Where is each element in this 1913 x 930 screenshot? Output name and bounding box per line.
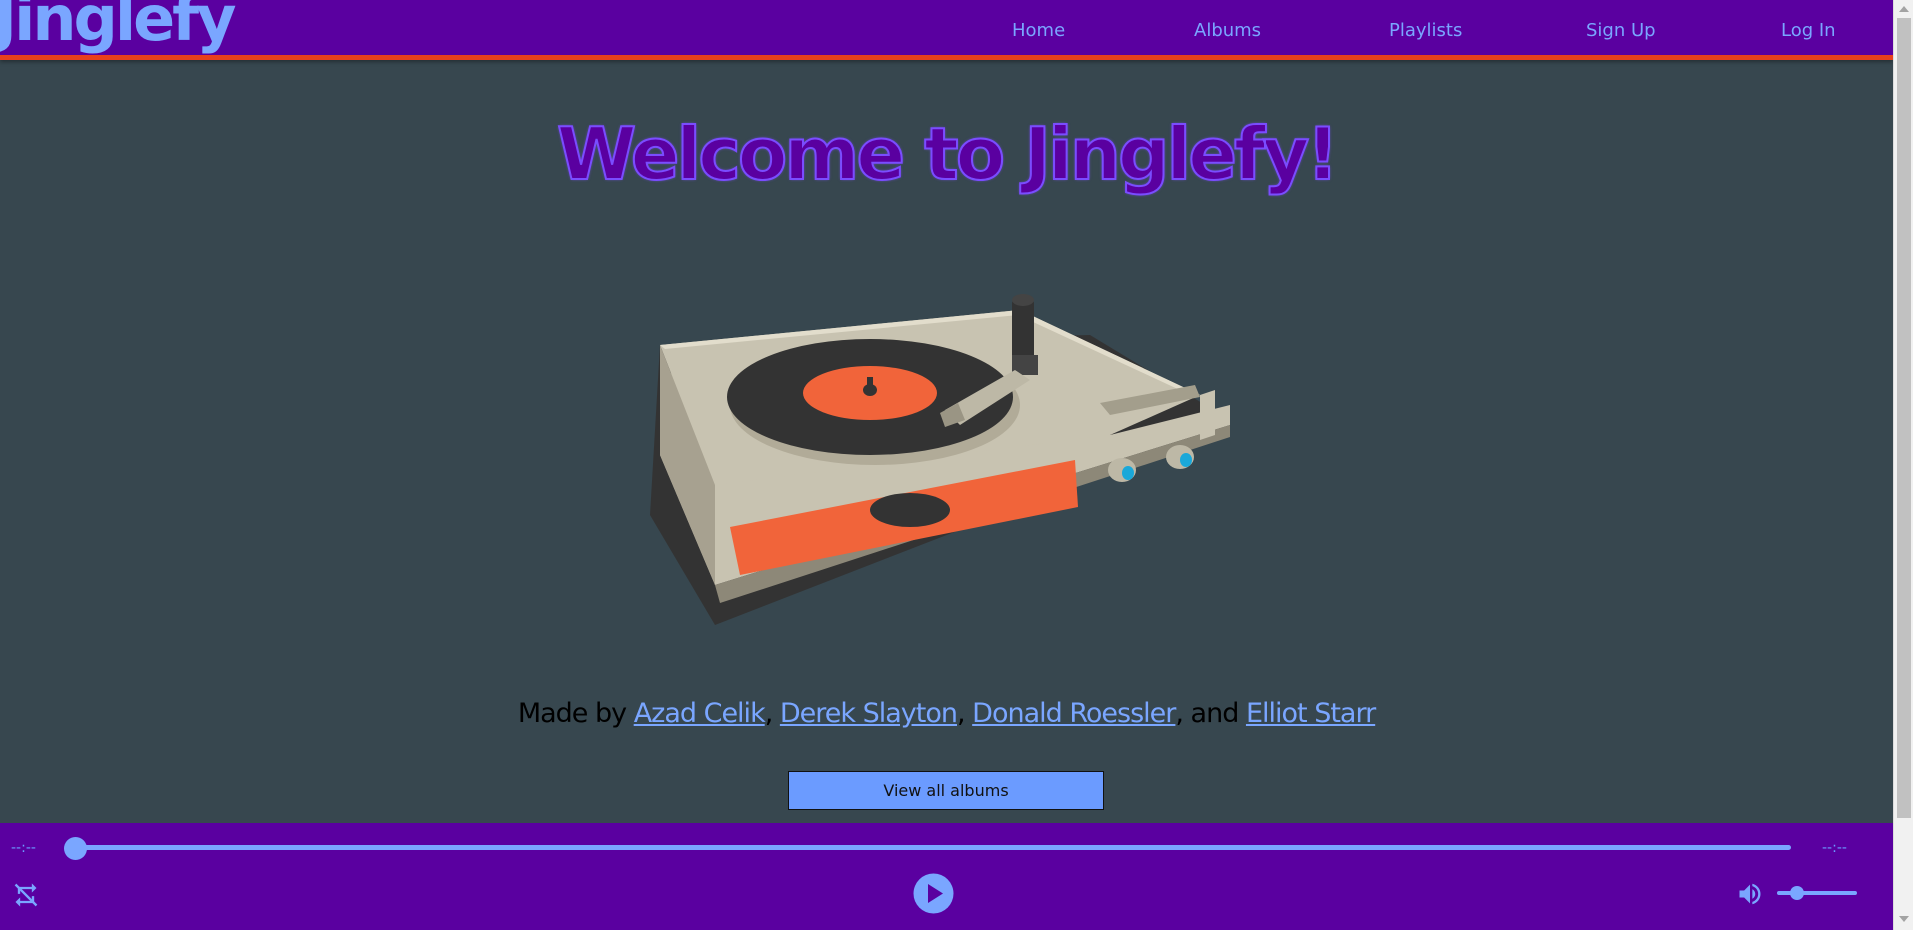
current-time: --:--	[11, 840, 36, 856]
credits-separator: ,	[764, 698, 780, 729]
scroll-thumb[interactable]	[1897, 18, 1911, 818]
credits-separator: , and	[1175, 698, 1246, 729]
music-player: --:-- --:--	[0, 823, 1893, 930]
author-link-elliot-starr[interactable]: Elliot Starr	[1246, 698, 1376, 729]
volume-icon[interactable]	[1736, 880, 1764, 908]
author-link-azad-celik[interactable]: Azad Celik	[634, 698, 766, 729]
scroll-down-arrow[interactable]	[1899, 916, 1909, 922]
volume-slider[interactable]	[1777, 891, 1857, 895]
top-navbar: Jinglefy Home Albums Playlists Sign Up L…	[0, 0, 1893, 60]
nav-albums[interactable]: Albums	[1194, 20, 1261, 41]
turntable-illustration	[650, 294, 1230, 625]
nav-log-in[interactable]: Log In	[1781, 20, 1836, 41]
progress-bar[interactable]	[76, 845, 1791, 850]
nav-sign-up[interactable]: Sign Up	[1586, 20, 1656, 41]
view-all-albums-button[interactable]: View all albums	[788, 771, 1104, 810]
volume-thumb[interactable]	[1790, 886, 1804, 900]
credits-separator: ,	[957, 698, 973, 729]
credits-prefix: Made by	[517, 698, 634, 729]
total-time: --:--	[1822, 840, 1847, 856]
page-title: Welcome to Jinglefy!	[556, 111, 1340, 197]
play-icon[interactable]	[913, 873, 954, 914]
scroll-up-arrow[interactable]	[1899, 6, 1909, 12]
nav-home[interactable]: Home	[1012, 20, 1065, 41]
logo[interactable]: Jinglefy	[0, 0, 237, 50]
repeat-off-icon[interactable]	[12, 881, 40, 909]
author-link-donald-roessler[interactable]: Donald Roessler	[972, 698, 1176, 729]
page-scrollbar[interactable]	[1893, 0, 1913, 930]
progress-thumb[interactable]	[64, 837, 87, 860]
author-link-derek-slayton[interactable]: Derek Slayton	[780, 698, 958, 729]
credits-line: Made by Azad Celik, Derek Slayton, Donal…	[0, 698, 1893, 729]
nav-playlists[interactable]: Playlists	[1389, 20, 1462, 41]
